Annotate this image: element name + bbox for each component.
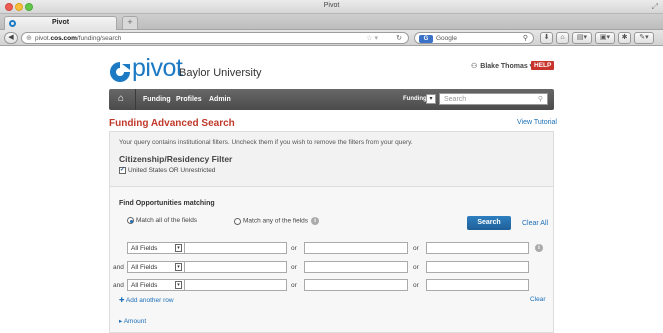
browser-toolbar: ◀ ⊕ pivot.cos.com/funding/search ☆ ▾ ↻ G… — [0, 30, 663, 46]
info-icon[interactable]: i — [311, 217, 320, 225]
field-select-value: All Fields — [131, 264, 158, 271]
browser-search-placeholder: Google — [436, 35, 457, 42]
add-row-label: Add another row — [125, 297, 174, 304]
search-button[interactable]: Search — [467, 216, 511, 230]
match-any-radio[interactable]: Match any of the fields i — [234, 217, 320, 225]
search-icon[interactable]: ⚲ — [538, 95, 543, 103]
amount-label: Amount — [123, 318, 147, 325]
or-label: or — [413, 245, 419, 252]
field-select[interactable]: All Fields ▾ — [127, 261, 186, 273]
checkbox-checked-icon[interactable]: ✓ — [119, 167, 126, 174]
browser-tab-pivot[interactable]: Pivot — [4, 16, 117, 30]
view-tutorial-link[interactable]: View Tutorial — [517, 119, 557, 126]
tools-icon[interactable]: ✎▾ — [634, 32, 654, 44]
nav-item-profiles[interactable]: Profiles — [176, 96, 202, 103]
window-title: Pivot — [323, 2, 340, 9]
chevron-down-icon: ▾ — [175, 244, 182, 252]
or-label: or — [291, 282, 297, 289]
institutional-filters-panel: Your query contains institutional filter… — [109, 131, 554, 187]
match-all-label: Match all of the fields — [136, 217, 198, 225]
bookmark-star-icon[interactable]: ☆ ▾ — [366, 34, 378, 42]
search-term-input[interactable] — [304, 261, 408, 273]
tab-title: Pivot — [51, 19, 70, 26]
download-icon[interactable]: ⬇ — [540, 32, 553, 44]
nav-divider — [135, 89, 136, 110]
search-term-input[interactable] — [304, 242, 408, 254]
add-row-link[interactable]: ✚ Add another row — [119, 296, 174, 304]
back-button[interactable]: ◀ — [4, 32, 18, 44]
find-heading: Find Opportunities matching — [119, 200, 215, 207]
nav-item-admin[interactable]: Admin — [209, 96, 231, 103]
search-term-input[interactable] — [304, 279, 408, 291]
search-term-input[interactable] — [426, 261, 529, 273]
browser-search-field[interactable]: G Google ⚲ — [414, 32, 534, 44]
windows-icon[interactable]: ▣▾ — [595, 32, 615, 44]
search-term-input[interactable] — [184, 261, 287, 273]
search-term-input[interactable] — [184, 279, 287, 291]
citizenship-filter-checkbox[interactable]: ✓ United States OR Unrestricted — [119, 167, 215, 174]
search-scope-label: Funding — [403, 96, 427, 102]
nav-item-funding[interactable]: Funding — [143, 96, 171, 103]
user-menu[interactable]: ⚇Blake Thomas ▾ — [471, 62, 533, 70]
fullscreen-icon[interactable]: ⤢ — [652, 2, 658, 12]
user-icon: ⚇ — [471, 63, 478, 70]
row-conjunction: and — [113, 282, 124, 289]
nav-search-input[interactable]: Search ⚲ — [439, 93, 548, 105]
window-titlebar: Pivot ⤢ — [0, 0, 663, 14]
bookmarks-icon[interactable]: ▤▾ — [572, 32, 592, 44]
field-select[interactable]: All Fields ▾ — [127, 242, 186, 254]
field-select-value: All Fields — [131, 245, 158, 252]
tab-bar: Pivot + — [0, 14, 663, 30]
row-conjunction: and — [113, 264, 124, 271]
search-engine-icon[interactable]: G — [419, 35, 433, 43]
search-scope-dropdown[interactable]: ▾ — [426, 94, 436, 104]
radio-unselected-icon[interactable] — [234, 217, 241, 225]
user-name: Blake Thomas — [480, 63, 528, 70]
home-icon[interactable]: ⌂ — [556, 32, 569, 44]
field-select[interactable]: All Fields ▾ — [127, 279, 186, 291]
logo-text: pivot — [132, 54, 183, 82]
search-term-input[interactable] — [426, 242, 529, 254]
institution-name: Baylor University — [179, 67, 262, 79]
checkbox-label: United States OR Unrestricted — [128, 167, 216, 175]
search-term-input[interactable] — [426, 279, 529, 291]
info-icon[interactable]: i — [535, 244, 543, 252]
match-any-label: Match any of the fields — [243, 217, 309, 225]
field-select-value: All Fields — [131, 282, 158, 289]
address-bar[interactable]: ⊕ pivot.cos.com/funding/search ☆ ▾ ↻ — [21, 32, 409, 44]
new-tab-button[interactable]: + — [122, 16, 138, 29]
or-label: or — [413, 264, 419, 271]
clear-all-link[interactable]: Clear All — [522, 220, 548, 227]
filter-note: Your query contains institutional filter… — [119, 139, 413, 146]
main-nav: ⌂ Funding Profiles Admin Funding ▾ Searc… — [109, 89, 554, 110]
home-icon[interactable]: ⌂ — [118, 94, 124, 104]
or-label: or — [291, 245, 297, 252]
or-label: or — [291, 264, 297, 271]
or-label: or — [413, 282, 419, 289]
radio-selected-icon[interactable] — [127, 217, 134, 224]
chevron-down-icon: ▾ — [175, 281, 182, 289]
page-title: Funding Advanced Search — [109, 118, 235, 129]
filter-heading: Citizenship/Residency Filter — [119, 154, 233, 164]
search-icon: ⚲ — [522, 35, 528, 42]
nav-search-placeholder: Search — [444, 96, 467, 103]
search-term-input[interactable] — [184, 242, 287, 254]
match-all-radio[interactable]: Match all of the fields — [127, 217, 197, 224]
help-button[interactable]: HELP — [531, 61, 555, 70]
globe-icon: ⊕ — [26, 35, 32, 42]
amount-toggle[interactable]: ▸ Amount — [119, 317, 146, 325]
url-text: pivot.cos.com/funding/search — [35, 35, 122, 42]
clear-link[interactable]: Clear — [530, 296, 546, 303]
reload-icon[interactable]: ↻ — [396, 34, 402, 42]
pivot-logo-icon — [110, 62, 130, 82]
extension-icon[interactable]: ✱ — [618, 32, 631, 44]
find-opportunities-panel: Find Opportunities matching Match all of… — [109, 187, 554, 333]
chevron-down-icon: ▾ — [175, 263, 182, 271]
